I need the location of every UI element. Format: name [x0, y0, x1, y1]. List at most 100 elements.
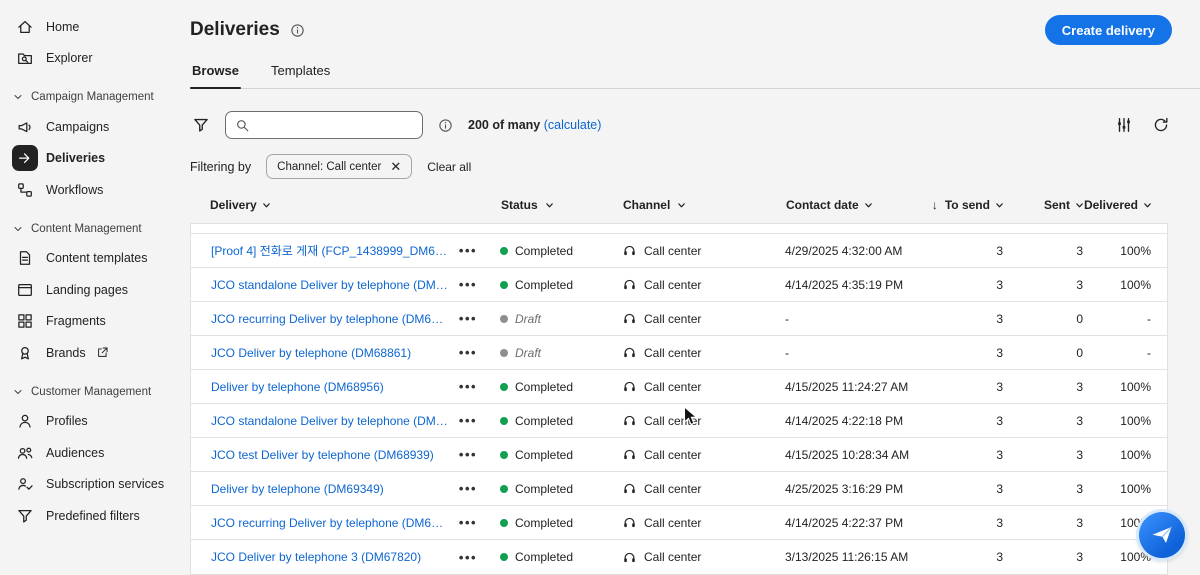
- delivery-link[interactable]: Deliver by telephone (DM69349): [211, 482, 384, 496]
- to-send-cell: 3: [923, 244, 1003, 258]
- delivery-link[interactable]: JCO Deliver by telephone (DM68861): [211, 346, 411, 360]
- more-actions-button[interactable]: •••: [455, 379, 481, 394]
- search-input[interactable]: [257, 117, 413, 133]
- table-toolbar: 200 of many (calculate): [190, 111, 1172, 139]
- delivered-cell: 100%: [1083, 482, 1167, 496]
- channel-label: Call center: [644, 244, 701, 258]
- status-label: Completed: [515, 550, 573, 564]
- audiences-icon: [12, 440, 38, 466]
- more-actions-button[interactable]: •••: [455, 345, 481, 360]
- close-icon[interactable]: ✕: [390, 160, 401, 173]
- clear-all-button[interactable]: Clear all: [427, 160, 471, 174]
- more-actions-button[interactable]: •••: [455, 550, 481, 565]
- sidebar-item-workflows[interactable]: Workflows: [8, 175, 170, 205]
- deliveries-icon: [12, 145, 38, 171]
- info-icon[interactable]: [288, 21, 307, 40]
- table-row: JCO recurring Deliver by telephone (DM68…: [191, 302, 1167, 336]
- column-header-contact-date[interactable]: Contact date: [774, 198, 924, 212]
- campaigns-icon: [12, 114, 38, 140]
- filtering-by-label: Filtering by: [190, 160, 251, 174]
- tab-templates[interactable]: Templates: [269, 63, 332, 88]
- sidebar-item-brands[interactable]: Brands: [8, 338, 170, 368]
- more-actions-button[interactable]: •••: [455, 447, 481, 462]
- status-dot: [500, 383, 508, 391]
- sent-cell: 3: [1003, 448, 1083, 462]
- table-row: JCO standalone Deliver by telephone (DM6…: [191, 404, 1167, 438]
- home-icon: [12, 14, 38, 40]
- delivered-cell: 100%: [1083, 448, 1167, 462]
- more-actions-button[interactable]: •••: [455, 277, 481, 292]
- refresh-icon[interactable]: [1150, 114, 1172, 136]
- sent-cell: 0: [1003, 312, 1083, 326]
- delivered-cell: -: [1083, 346, 1167, 360]
- info-icon[interactable]: [436, 116, 455, 135]
- table-row: JCO standalone Deliver by telephone (DM6…: [191, 268, 1167, 302]
- delivery-link[interactable]: JCO recurring Deliver by telephone (DM68…: [211, 516, 448, 530]
- table-row: [Proof 4] 전화로 게재 (FCP_1438999_DM6953... …: [191, 234, 1167, 268]
- more-actions-button[interactable]: •••: [455, 515, 481, 530]
- delivery-link[interactable]: JCO test Deliver by telephone (DM68939): [211, 448, 434, 462]
- delivery-link[interactable]: Deliver by telephone (DM68956): [211, 380, 384, 394]
- call-center-icon: [622, 345, 637, 360]
- call-center-icon: [622, 550, 637, 565]
- search-box[interactable]: [225, 111, 423, 139]
- column-header-sent[interactable]: Sent: [1004, 198, 1084, 212]
- column-header-status[interactable]: Status: [489, 198, 611, 212]
- search-icon: [235, 118, 250, 133]
- channel-label: Call center: [644, 312, 701, 326]
- sidebar-item-deliveries[interactable]: Deliveries: [8, 143, 170, 173]
- sidebar-section-campaign-management[interactable]: Campaign Management: [8, 84, 170, 110]
- calculate-link[interactable]: (calculate): [544, 118, 602, 132]
- filter-chip-label: Channel: Call center: [277, 161, 381, 173]
- filter-chip-channel-call-center[interactable]: Channel: Call center ✕: [266, 154, 412, 179]
- call-center-icon: [622, 515, 637, 530]
- status-dot: [500, 247, 508, 255]
- sidebar-item-fragments[interactable]: Fragments: [8, 306, 170, 336]
- sidebar-section-content-management[interactable]: Content Management: [8, 216, 170, 242]
- delivery-link[interactable]: JCO standalone Deliver by telephone (DM6…: [211, 278, 448, 292]
- to-send-cell: 3: [923, 550, 1003, 564]
- assistant-send-button[interactable]: [1139, 512, 1185, 558]
- to-send-cell: 3: [923, 346, 1003, 360]
- status-label: Completed: [515, 448, 573, 462]
- sidebar-item-profiles[interactable]: Profiles: [8, 406, 170, 436]
- result-count: 200 of many (calculate): [468, 118, 601, 132]
- sidebar-item-audiences[interactable]: Audiences: [8, 438, 170, 468]
- table-body: [Proof 4] 전화로 게재 (FCP_1438999_DM6953... …: [190, 223, 1168, 575]
- column-header-delivery[interactable]: Delivery: [190, 198, 449, 212]
- delivery-link[interactable]: [Proof 4] 전화로 게재 (FCP_1438999_DM6953...: [211, 242, 448, 259]
- chevron-down-icon: [864, 201, 873, 210]
- delivery-link[interactable]: JCO Deliver by telephone 3 (DM67820): [211, 550, 421, 564]
- more-actions-button[interactable]: •••: [455, 243, 481, 258]
- sidebar-item-campaigns[interactable]: Campaigns: [8, 112, 170, 142]
- sent-cell: 3: [1003, 244, 1083, 258]
- column-header-delivered[interactable]: Delivered: [1084, 198, 1168, 212]
- more-actions-button[interactable]: •••: [455, 481, 481, 496]
- tab-bar: Browse Templates: [190, 63, 1200, 89]
- create-delivery-button[interactable]: Create delivery: [1045, 15, 1172, 45]
- tab-browse[interactable]: Browse: [190, 63, 241, 88]
- more-actions-button[interactable]: •••: [455, 413, 481, 428]
- contact-date-cell: 4/14/2025 4:22:18 PM: [773, 414, 923, 428]
- status-label: Draft: [515, 346, 541, 360]
- sidebar-item-explorer[interactable]: Explorer: [8, 43, 170, 73]
- chevron-down-icon: [545, 201, 554, 210]
- sent-cell: 3: [1003, 482, 1083, 496]
- column-header-channel[interactable]: Channel: [611, 198, 774, 212]
- call-center-icon: [622, 379, 637, 394]
- column-header-to-send[interactable]: ↓ To send: [924, 198, 1004, 212]
- sidebar-item-landing-pages[interactable]: Landing pages: [8, 275, 170, 305]
- sidebar-section-customer-management[interactable]: Customer Management: [8, 379, 170, 405]
- sidebar-item-home[interactable]: Home: [8, 12, 170, 42]
- delivery-link[interactable]: JCO standalone Deliver by telephone (DM6…: [211, 414, 448, 428]
- column-settings-icon[interactable]: [1113, 114, 1135, 136]
- contact-date-cell: 4/14/2025 4:35:19 PM: [773, 278, 923, 292]
- sidebar-item-subscription-services[interactable]: Subscription services: [8, 469, 170, 499]
- sidebar-item-predefined-filters[interactable]: Predefined filters: [8, 501, 170, 531]
- more-actions-button[interactable]: •••: [455, 311, 481, 326]
- to-send-cell: 3: [923, 312, 1003, 326]
- sidebar-item-content-templates[interactable]: Content templates: [8, 243, 170, 273]
- filter-icon[interactable]: [190, 114, 212, 136]
- delivery-link[interactable]: JCO recurring Deliver by telephone (DM68…: [211, 312, 448, 326]
- channel-label: Call center: [644, 516, 701, 530]
